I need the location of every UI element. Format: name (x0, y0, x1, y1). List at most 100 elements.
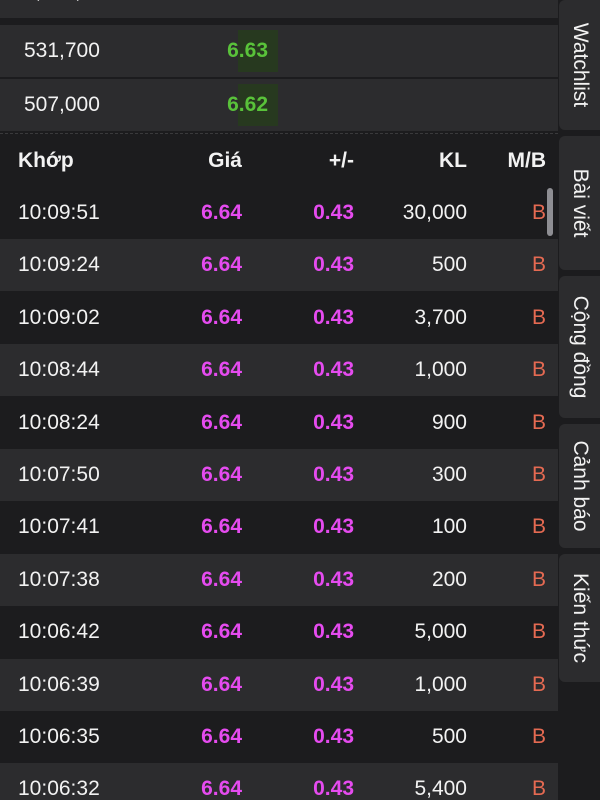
trade-change: 0.43 (313, 201, 354, 224)
trade-price: 6.64 (201, 567, 242, 591)
trade-volume: 500 (431, 253, 467, 277)
trade-side: B (531, 463, 546, 486)
trade-volume: 5,400 (414, 777, 467, 800)
trade-side: B (531, 672, 546, 696)
trade-price: 6.64 (201, 463, 242, 486)
header-change: +/- (328, 149, 354, 172)
trade-price: 6.64 (201, 672, 242, 696)
trade-change: 0.43 (313, 305, 354, 329)
trade-side: B (531, 515, 546, 539)
tab-watchlist[interactable]: Watchlist (559, 0, 600, 130)
order-book-row: 531,700 6.63 (0, 25, 558, 77)
tab-label: Watchlist (568, 22, 592, 108)
trade-change: 0.43 (313, 672, 354, 696)
trade-volume: 500 (431, 725, 467, 748)
trades-header: Khớp Giá +/- KL M/B (0, 133, 558, 188)
order-volume: 2,112,000 (24, 0, 116, 18)
order-book-row: 2,112,000 6.64 (0, 0, 558, 18)
order-price: 6.62 (227, 93, 268, 116)
trade-row: 10:06:39 6.64 0.43 1,000 B (0, 658, 558, 711)
trade-time: 10:07:41 (18, 515, 100, 539)
trade-row: 10:08:44 6.64 0.43 1,000 B (0, 344, 558, 397)
trade-side: B (531, 201, 546, 224)
trade-volume: 200 (431, 567, 467, 591)
trade-side: B (531, 253, 546, 277)
scrollbar[interactable] (547, 188, 553, 236)
trade-price: 6.64 (201, 253, 242, 277)
order-volume: 507,000 (24, 93, 100, 116)
trade-side: B (531, 305, 546, 329)
tab-label: Cộng đồng (568, 295, 592, 399)
trade-change: 0.43 (313, 567, 354, 591)
trade-change: 0.43 (313, 463, 354, 486)
trade-volume: 1,000 (414, 672, 467, 696)
trade-row: 10:09:24 6.64 0.43 500 B (0, 239, 558, 292)
tab-label: Cảnh báo (568, 440, 592, 532)
header-volume: KL (439, 149, 467, 172)
trade-row: 10:09:02 6.64 0.43 3,700 B (0, 292, 558, 344)
trade-time: 10:08:44 (18, 358, 100, 382)
trade-time: 10:08:24 (18, 410, 100, 434)
trade-change: 0.43 (313, 725, 354, 748)
trade-change: 0.43 (313, 777, 354, 800)
trade-volume: 900 (431, 410, 467, 434)
trade-time: 10:06:32 (18, 777, 100, 800)
trade-row: 10:07:41 6.64 0.43 100 B (0, 501, 558, 553)
trade-price: 6.64 (201, 201, 242, 224)
stock-detail-panel: 2,112,000 6.64 531,700 6.63 507,000 6.62… (0, 0, 558, 800)
trade-time: 10:09:24 (18, 253, 100, 277)
trade-side: B (531, 567, 546, 591)
trade-row: 10:08:24 6.64 0.43 900 B (0, 397, 558, 449)
tab-bai-viet[interactable]: Bài viết (559, 136, 600, 270)
trade-price: 6.64 (201, 410, 242, 434)
trade-time: 10:07:38 (18, 567, 100, 591)
trade-volume: 30,000 (402, 201, 467, 224)
tab-canh-bao[interactable]: Cảnh báo (559, 424, 600, 548)
trade-change: 0.43 (313, 515, 354, 539)
trade-row: 10:06:35 6.64 0.43 500 B (0, 711, 558, 763)
header-side: M/B (507, 149, 547, 172)
trade-side: B (531, 725, 546, 748)
trade-side: B (531, 620, 546, 644)
trade-volume: 300 (431, 463, 467, 486)
trade-price: 6.64 (201, 515, 242, 539)
tab-label: Kiến thức (568, 573, 592, 663)
trade-volume: 3,700 (414, 305, 467, 329)
trade-row: 10:07:38 6.64 0.43 200 B (0, 553, 558, 606)
trade-row: 10:06:32 6.64 0.43 5,400 B (0, 763, 558, 800)
trade-volume: 1,000 (414, 358, 467, 382)
trade-row: 10:07:50 6.64 0.43 300 B (0, 449, 558, 501)
trade-time: 10:06:35 (18, 725, 100, 748)
tab-kien-thuc[interactable]: Kiến thức (559, 554, 600, 682)
trade-row: 10:06:42 6.64 0.43 5,000 B (0, 606, 558, 658)
trade-change: 0.43 (313, 253, 354, 277)
trade-side: B (531, 777, 546, 800)
order-volume: 531,700 (24, 39, 100, 62)
header-price: Giá (208, 149, 242, 172)
header-time: Khớp (18, 149, 74, 172)
order-price: 6.63 (227, 39, 268, 62)
tab-cong-dong[interactable]: Cộng đồng (559, 276, 600, 418)
trade-price: 6.64 (201, 620, 242, 644)
trade-time: 10:09:51 (18, 201, 100, 224)
trade-volume: 100 (431, 515, 467, 539)
trade-change: 0.43 (313, 620, 354, 644)
trade-volume: 5,000 (414, 620, 467, 644)
trade-time: 10:09:02 (18, 305, 100, 329)
trade-time: 10:07:50 (18, 463, 100, 486)
order-price: 6.64 (227, 0, 268, 18)
trade-time: 10:06:39 (18, 672, 100, 696)
trade-change: 0.43 (313, 410, 354, 434)
trade-row: 10:09:51 6.64 0.43 30,000 B (0, 187, 558, 239)
trade-change: 0.43 (313, 358, 354, 382)
trade-price: 6.64 (201, 725, 242, 748)
trade-time: 10:06:42 (18, 620, 100, 644)
trade-price: 6.64 (201, 358, 242, 382)
trade-side: B (531, 358, 546, 382)
trade-price: 6.64 (201, 777, 242, 800)
order-book-row: 507,000 6.62 (0, 79, 558, 131)
trade-price: 6.64 (201, 305, 242, 329)
tab-label: Bài viết (568, 168, 592, 238)
side-tab-bar: Watchlist Bài viết Cộng đồng Cảnh báo Ki… (559, 0, 600, 800)
trade-side: B (531, 410, 546, 434)
